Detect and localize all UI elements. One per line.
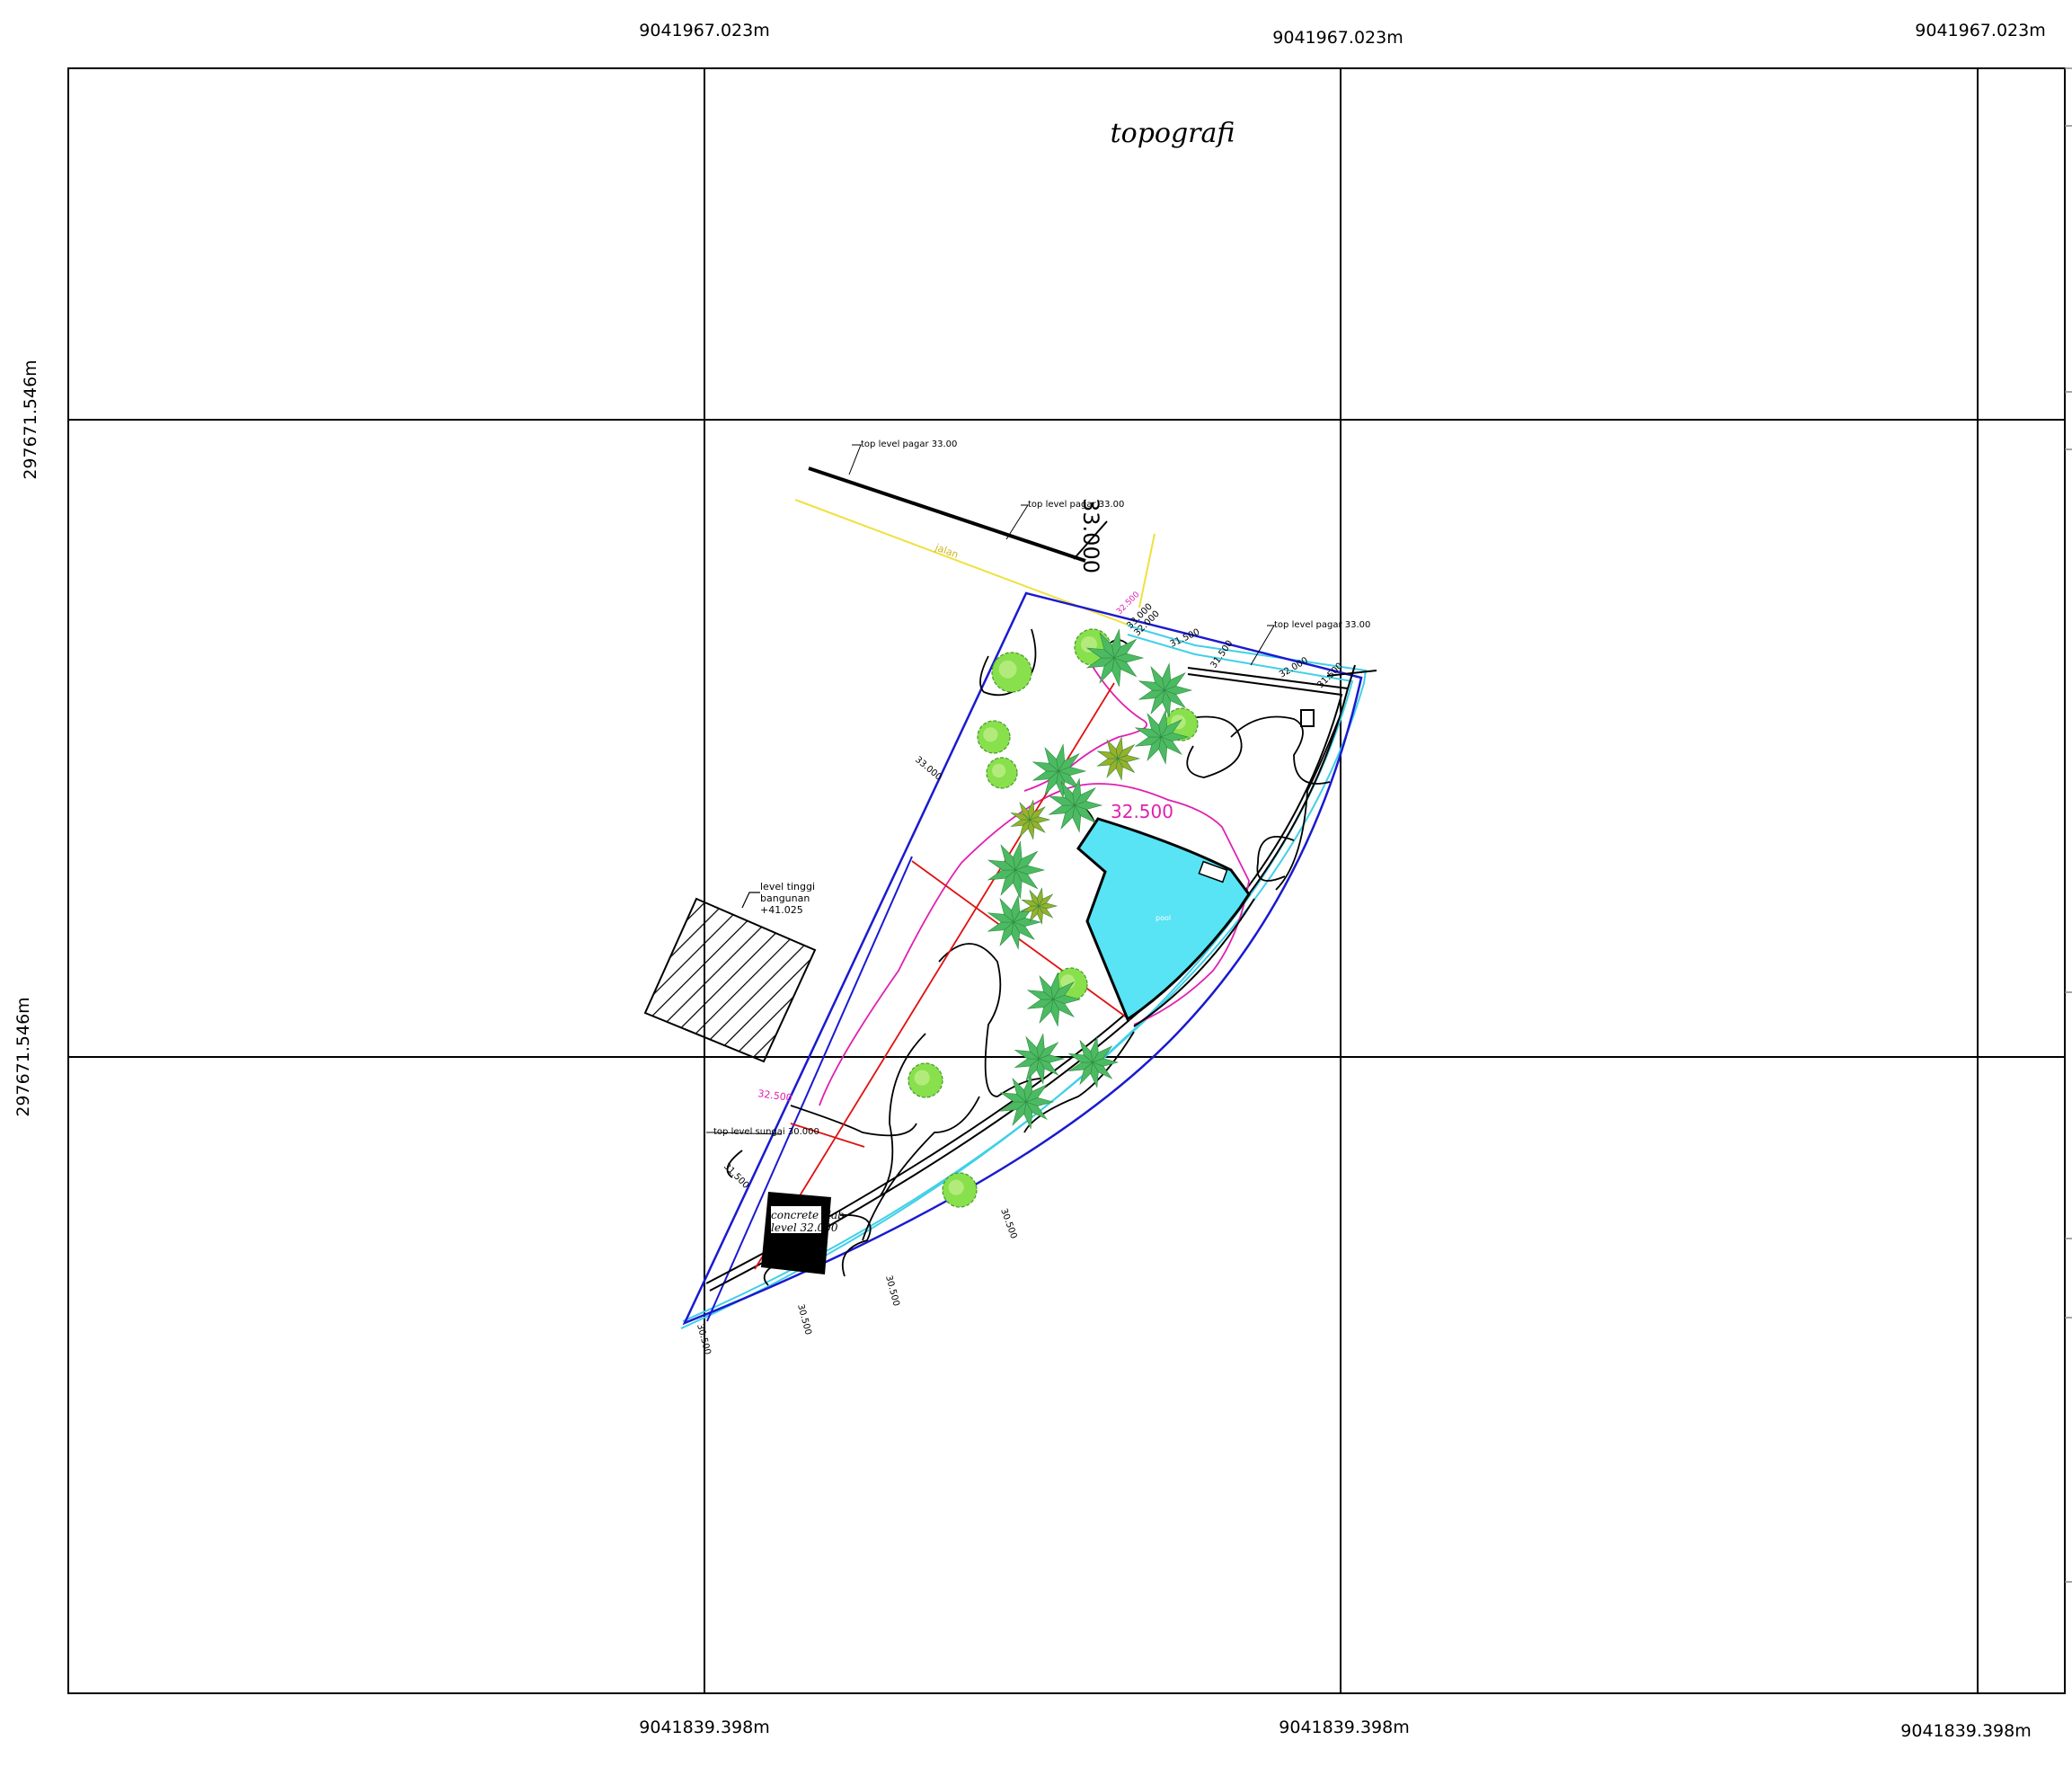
building-note-line2: bangunan (760, 892, 810, 904)
level-31-5-left: 31.500 (722, 1161, 751, 1191)
drawing-title: topografi (1111, 118, 1235, 149)
contours (726, 628, 1340, 1286)
title-block-edge (2065, 67, 2072, 1583)
coord-bottom-1: 9041839.398m (639, 1718, 769, 1737)
bush-icon (977, 720, 1011, 754)
level-pink-left: 32.500 (757, 1088, 793, 1104)
palm-tree-icon (987, 840, 1046, 900)
coord-left-1: 297671.546m (21, 360, 40, 479)
building-hatched (643, 897, 817, 1063)
site-plan-drawing: 9041967.023m 9041967.023m 9041967.023m 9… (13, 21, 2072, 1741)
building-note: level tinggi bangunan +41.025 (741, 881, 815, 916)
palm-tree-icon (1014, 1033, 1066, 1085)
coord-top-3: 9041967.023m (1915, 21, 2045, 40)
coord-top-1: 9041967.023m (639, 21, 769, 40)
coord-bottom-3: 9041839.398m (1900, 1721, 2031, 1741)
building-note-line3: +41.025 (760, 904, 803, 916)
level-bottom-a: 30.500 (998, 1207, 1018, 1240)
level-bottom-c: 30.500 (795, 1303, 813, 1336)
small-palm-icon (1010, 799, 1051, 840)
upper-fence (808, 466, 1108, 563)
building-note-line1: level tinggi (760, 881, 815, 892)
slab-line1: concrete slab (771, 1209, 845, 1221)
level-bottom-d: 30.500 (695, 1323, 713, 1356)
palm-tree-icon (999, 1074, 1055, 1130)
utility-box (1300, 709, 1315, 727)
bush-icon (986, 757, 1018, 789)
level-pink-main: 32.500 (1111, 801, 1173, 822)
bush-icon (942, 1172, 978, 1208)
bush-icon (908, 1062, 943, 1098)
level-bottom-b: 30.500 (883, 1274, 901, 1308)
coord-top-2: 9041967.023m (1272, 28, 1403, 48)
slab-line2: level 32.000 (771, 1221, 838, 1234)
coord-bottom-2: 9041839.398m (1279, 1718, 1409, 1737)
fence-label-a: top level pagar 33.00 (861, 440, 957, 449)
bush-icon (991, 652, 1032, 693)
pool-label: pool (1156, 914, 1171, 922)
coord-left-2: 297671.546m (13, 997, 33, 1116)
coordinate-grid (67, 67, 2066, 1694)
road-label: jalan (933, 541, 960, 561)
fence-label-d: top level sungai 30.000 (713, 1127, 819, 1137)
level-33-left: 33.000 (913, 755, 943, 783)
fence-label-c: top level pagar 33.00 (1274, 620, 1370, 630)
fence-label-b: top level pagar 33.00 (1028, 500, 1124, 510)
